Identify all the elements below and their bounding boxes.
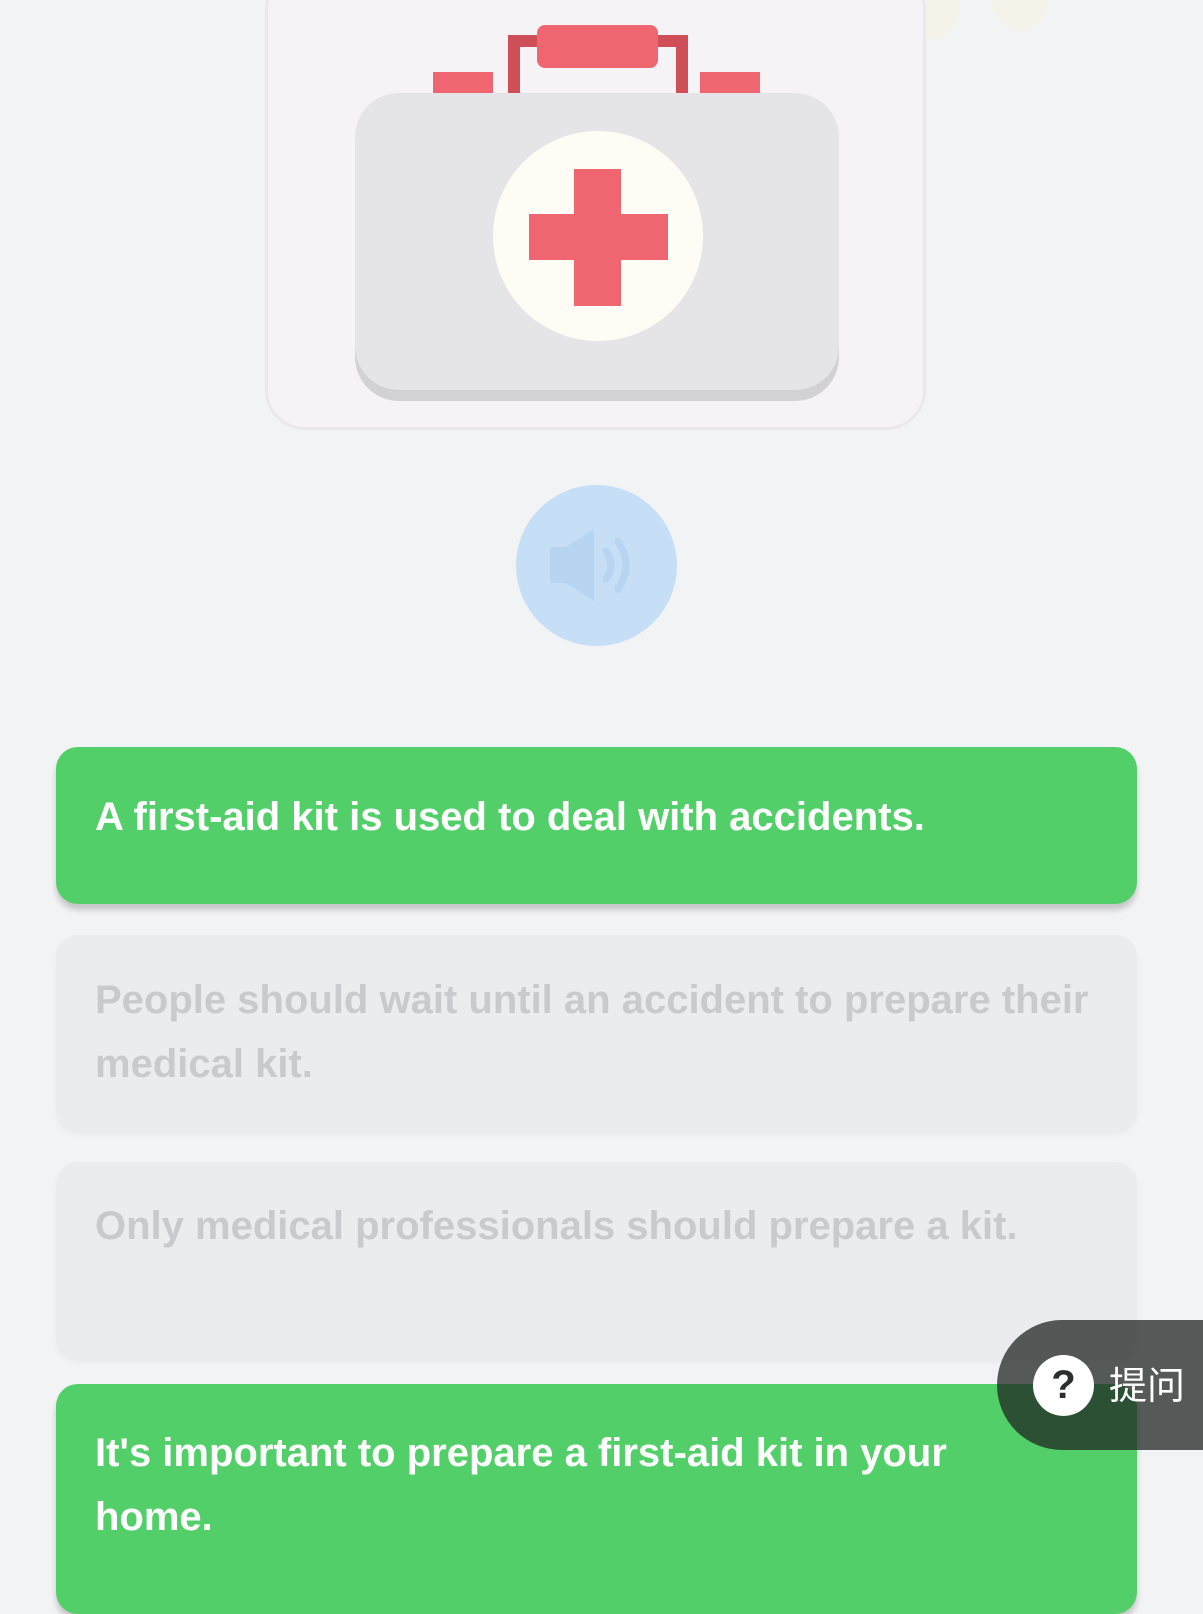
answer-option-3[interactable]: Only medical professionals should prepar… — [56, 1162, 1137, 1358]
play-audio-button[interactable] — [516, 485, 677, 646]
illustration-card — [265, 0, 926, 430]
ask-question-button[interactable]: ? 提问 — [997, 1320, 1203, 1450]
decorative-blob — [990, 0, 1050, 30]
first-aid-kit-icon — [355, 25, 839, 401]
answer-option-text: A first-aid kit is used to deal with acc… — [95, 795, 925, 839]
answer-option-text: Only medical professionals should prepar… — [95, 1204, 1018, 1248]
answer-option-text: People should wait until an accident to … — [95, 978, 1089, 1086]
answer-option-1[interactable]: A first-aid kit is used to deal with acc… — [56, 747, 1137, 904]
ask-question-label: 提问 — [1109, 1364, 1186, 1408]
answer-option-4[interactable]: It's important to prepare a first-aid ki… — [56, 1384, 1137, 1614]
speaker-icon — [550, 529, 630, 601]
answer-option-2[interactable]: People should wait until an accident to … — [56, 935, 1137, 1130]
question-icon: ? — [1033, 1355, 1094, 1416]
answer-option-text: It's important to prepare a first-aid ki… — [95, 1431, 947, 1539]
